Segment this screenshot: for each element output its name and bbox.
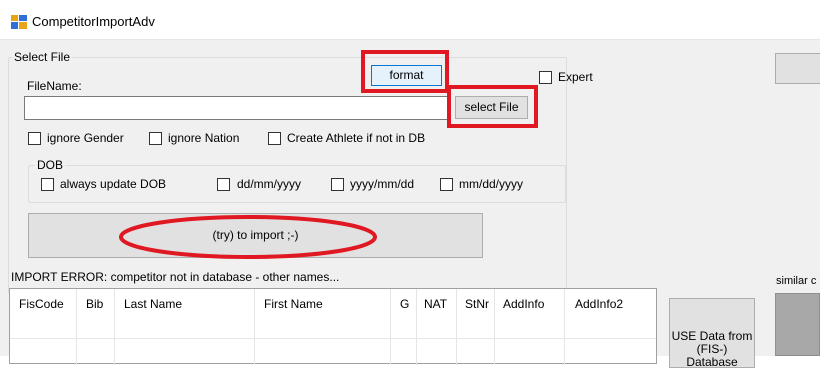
similar-label: similar c: [776, 275, 817, 287]
format-highlight: [361, 50, 449, 93]
expert-label: Expert: [558, 70, 593, 84]
select-file-group-label: Select File: [12, 50, 73, 64]
similar-panel[interactable]: [775, 293, 820, 356]
dob-format-yyyymmdd-label: yyyy/mm/dd: [350, 177, 415, 191]
grid-header-bib[interactable]: Bib: [86, 297, 103, 311]
grid-col-addinfo: AddInfo: [495, 289, 565, 365]
grid-header-fiscode[interactable]: FisCode: [19, 297, 64, 311]
grid-header-nat[interactable]: NAT: [424, 297, 447, 311]
filename-label: FileName:: [27, 79, 82, 93]
grid-col-addinfo2: AddInfo2: [565, 289, 657, 365]
expert-checkbox[interactable]: [539, 71, 552, 84]
grid-col-fiscode: FisCode: [10, 289, 77, 365]
competitor-grid[interactable]: FisCode Bib Last Name First Name G NAT S…: [9, 288, 657, 365]
grid-header-stnr[interactable]: StNr: [465, 297, 489, 311]
grid-col-firstname: First Name: [255, 289, 391, 365]
import-highlight-ellipse: [119, 215, 377, 259]
grid-col-bib: Bib: [77, 289, 115, 365]
grid-col-stnr: StNr: [457, 289, 495, 365]
import-error-label: IMPORT ERROR: competitor not in database…: [11, 270, 340, 284]
always-update-dob-label: always update DOB: [60, 177, 167, 191]
grid-col-lastname: Last Name: [115, 289, 255, 365]
grid-header-firstname[interactable]: First Name: [264, 297, 323, 311]
grid-col-nat: NAT: [417, 289, 457, 365]
filename-input[interactable]: [24, 96, 450, 120]
window-title: CompetitorImportAdv: [32, 14, 155, 29]
app-icon: [11, 15, 27, 29]
ignore-gender-checkbox[interactable]: [28, 132, 41, 145]
dob-group-label: DOB: [35, 158, 66, 172]
grid-header-addinfo[interactable]: AddInfo: [503, 297, 544, 311]
grid-header-divider: [10, 338, 656, 339]
grid-header-lastname[interactable]: Last Name: [124, 297, 182, 311]
ignore-gender-label: ignore Gender: [47, 131, 124, 145]
use-data-button[interactable]: USE Data from (FIS-) Database: [669, 298, 755, 369]
grid-header-addinfo2[interactable]: AddInfo2: [575, 297, 623, 311]
dob-format-ddmmyyyy-checkbox[interactable]: [217, 178, 230, 191]
create-athlete-label: Create Athlete if not in DB: [287, 131, 426, 145]
grid-col-gender: G: [391, 289, 417, 365]
dob-format-mmddyyyy-label: mm/dd/yyyy: [459, 177, 524, 191]
create-athlete-checkbox[interactable]: [268, 132, 281, 145]
client-area: Select File FileName: format Expert sele…: [0, 40, 820, 369]
dob-format-yyyymmdd-checkbox[interactable]: [331, 178, 344, 191]
always-update-dob-checkbox[interactable]: [41, 178, 54, 191]
dob-format-ddmmyyyy-label: dd/mm/yyyy: [237, 177, 302, 191]
dob-format-mmddyyyy-checkbox[interactable]: [440, 178, 453, 191]
ignore-nation-label: ignore Nation: [168, 131, 240, 145]
grid-header-gender[interactable]: G: [400, 297, 409, 311]
select-file-highlight: [447, 85, 538, 128]
right-top-button[interactable]: [775, 53, 820, 84]
use-data-button-label: USE Data from (FIS-) Database: [671, 329, 753, 369]
title-bar: CompetitorImportAdv: [0, 0, 820, 40]
ignore-nation-checkbox[interactable]: [149, 132, 162, 145]
